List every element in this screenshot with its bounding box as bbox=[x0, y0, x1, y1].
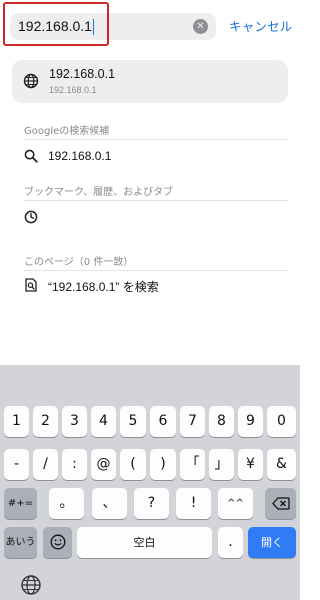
google-suggestion-label: 192.168.0.1 bbox=[48, 149, 112, 163]
key-open-paren[interactable]: ( bbox=[120, 449, 146, 480]
globe-icon bbox=[23, 73, 39, 89]
backspace-key[interactable] bbox=[265, 488, 296, 519]
key-1[interactable]: 1 bbox=[4, 406, 29, 437]
backspace-icon bbox=[271, 496, 290, 510]
key-4[interactable]: 4 bbox=[91, 406, 116, 437]
key-colon[interactable]: : bbox=[62, 449, 87, 480]
find-in-page-icon bbox=[25, 278, 37, 292]
divider bbox=[24, 200, 288, 201]
top-bar: 192.168.0.1 ✕ キャンセル bbox=[0, 0, 300, 52]
key-caret-smile[interactable]: ^^ bbox=[218, 488, 253, 519]
key-close-paren[interactable]: ) bbox=[150, 449, 176, 480]
section-header-bookmarks: ブックマーク、履歴、およびタブ bbox=[24, 187, 174, 198]
key-8[interactable]: 8 bbox=[209, 406, 234, 437]
suggestion-subtitle: 192.168.0.1 bbox=[49, 85, 97, 95]
key-3[interactable]: 3 bbox=[62, 406, 87, 437]
divider bbox=[24, 139, 288, 140]
key-ideographic-comma[interactable]: 、 bbox=[92, 488, 127, 519]
key-0[interactable]: 0 bbox=[267, 406, 296, 437]
find-in-page-label: “192.168.0.1” を検索 bbox=[48, 280, 159, 294]
section-header-google: Googleの検索候補 bbox=[24, 126, 110, 137]
top-suggestion[interactable]: 192.168.0.1 192.168.0.1 bbox=[12, 60, 288, 103]
key-question[interactable]: ? bbox=[134, 488, 169, 519]
cancel-button[interactable]: キャンセル bbox=[229, 13, 293, 40]
key-6[interactable]: 6 bbox=[150, 406, 176, 437]
globe-icon[interactable] bbox=[20, 574, 42, 596]
key-ideographic-period[interactable]: 。 bbox=[49, 488, 84, 519]
find-in-page-row[interactable]: “192.168.0.1” を検索 bbox=[24, 271, 288, 301]
suggestion-title: 192.168.0.1 bbox=[49, 67, 116, 81]
space-key[interactable]: 空白 bbox=[77, 527, 212, 558]
emoji-icon bbox=[50, 534, 65, 550]
key-period[interactable]: . bbox=[218, 527, 243, 558]
key-exclamation[interactable]: ! bbox=[176, 488, 211, 519]
clock-icon bbox=[24, 210, 38, 224]
bookmark-row[interactable] bbox=[24, 203, 288, 233]
key-symbols-toggle[interactable]: #+= bbox=[4, 488, 37, 519]
key-at[interactable]: @ bbox=[91, 449, 116, 480]
go-button[interactable]: 開く bbox=[248, 527, 296, 558]
highlight-box bbox=[3, 2, 109, 46]
search-icon bbox=[24, 149, 38, 163]
clear-icon[interactable]: ✕ bbox=[193, 19, 208, 34]
key-close-bracket[interactable]: 」 bbox=[209, 449, 234, 480]
key-2[interactable]: 2 bbox=[33, 406, 58, 437]
key-hyphen[interactable]: - bbox=[4, 449, 29, 480]
key-yen[interactable]: ¥ bbox=[238, 449, 263, 480]
section-header-this-page: このページ（0 件一致） bbox=[24, 257, 134, 268]
google-suggestion-row[interactable]: 192.168.0.1 bbox=[24, 142, 288, 172]
key-9[interactable]: 9 bbox=[238, 406, 263, 437]
key-ampersand[interactable]: & bbox=[267, 449, 296, 480]
key-open-bracket[interactable]: 「 bbox=[180, 449, 205, 480]
keyboard: 1 2 3 4 5 6 7 8 9 0 - / : @ ( ) 「 」 ¥ & … bbox=[0, 365, 300, 600]
key-7[interactable]: 7 bbox=[180, 406, 205, 437]
key-5[interactable]: 5 bbox=[120, 406, 146, 437]
key-slash[interactable]: / bbox=[33, 449, 58, 480]
emoji-key[interactable] bbox=[43, 527, 72, 558]
key-kana-toggle[interactable]: あいう bbox=[4, 527, 37, 558]
